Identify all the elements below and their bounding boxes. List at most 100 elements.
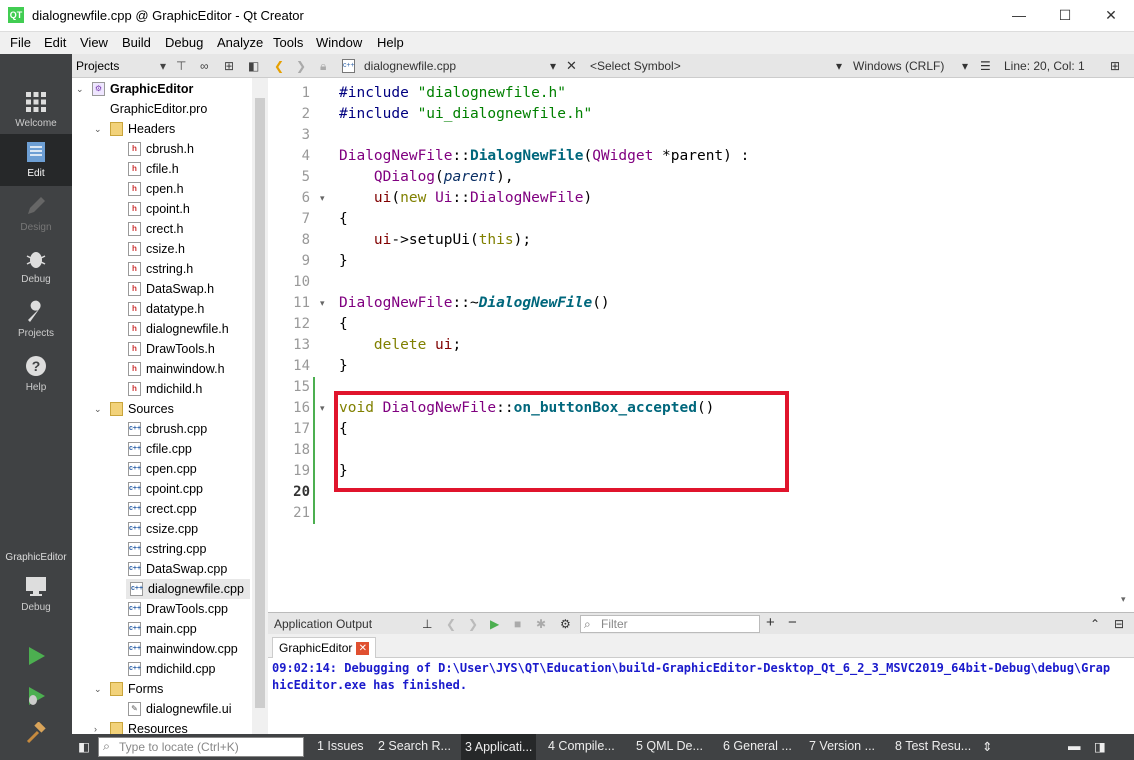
expand-arrow-icon[interactable]: ⌄ [94,399,104,419]
maximize-pane-icon[interactable]: ⌃ [1090,617,1100,631]
mode-welcome[interactable]: Welcome [0,84,72,136]
fold-marker-icon[interactable]: ▾ [320,398,325,419]
tree-item[interactable]: c++ DrawTools.cpp [92,599,267,619]
code-line[interactable]: { [339,314,348,335]
document-outline-icon[interactable]: ☰ [980,59,991,73]
minimize-button[interactable]: — [996,0,1042,30]
tree-item[interactable]: h cpen.h [92,179,267,199]
kit-selector[interactable]: Debug [0,568,72,618]
tree-item[interactable]: h dialognewfile.h [92,319,267,339]
back-arrow-icon[interactable]: ❮ [274,59,284,73]
code-line[interactable]: delete ui; [339,335,461,356]
next-icon[interactable]: ❯ [468,617,478,631]
tree-item[interactable]: h crect.h [92,219,267,239]
tree-item[interactable]: h mainwindow.h [92,359,267,379]
pane-test-results[interactable]: 8 Test Resu... [895,739,971,753]
tree-item[interactable]: h cstring.h [92,259,267,279]
progress-toggle-icon[interactable]: ▬ [1068,739,1081,753]
mode-projects[interactable]: Projects [0,294,72,346]
pane-version-control[interactable]: 7 Version ... [809,739,875,753]
tree-item[interactable]: ⌄ Forms [92,679,267,699]
close-pane-icon[interactable]: ◧ [248,59,259,73]
tree-item[interactable]: ⌄ Headers [92,119,267,139]
pane-search-results[interactable]: 2 Search R... [378,739,451,753]
tree-item[interactable]: ⌄ Sources [92,399,267,419]
tree-item[interactable]: ⌄ ⚙ GraphicEditor [76,79,267,99]
mode-edit[interactable]: Edit [0,134,72,186]
tree-item[interactable]: c++ main.cpp [92,619,267,639]
encoding-dropdown-icon[interactable]: ▾ [962,59,968,73]
mode-help[interactable]: ? Help [0,348,72,400]
tree-item[interactable]: ✎ dialognewfile.ui [92,699,267,719]
tree-item[interactable]: c++ csize.cpp [92,519,267,539]
menu-window[interactable]: Window [316,35,362,50]
fold-marker-icon[interactable]: ▾ [320,188,325,209]
menu-debug[interactable]: Debug [165,35,203,50]
code-line[interactable]: DialogNewFile::~DialogNewFile() [339,293,610,314]
attach-icon[interactable]: ⊥ [422,617,432,631]
dropdown-icon[interactable]: ▾ [160,59,166,73]
symbol-selector[interactable]: <Select Symbol> [590,59,681,73]
close-tab-icon[interactable]: ✕ [356,642,370,656]
menu-view[interactable]: View [80,35,108,50]
tree-item[interactable]: h cbrush.h [92,139,267,159]
prev-icon[interactable]: ❮ [446,617,456,631]
zoom-in-icon[interactable]: + [766,614,775,631]
scroll-down-icon[interactable]: ▾ [1121,594,1126,605]
menu-help[interactable]: Help [377,35,404,50]
tree-item[interactable]: c++ cpoint.cpp [92,479,267,499]
editor-scrollbar[interactable]: ▾ [1118,78,1134,612]
split-editor-icon[interactable]: ⊞ [1110,59,1120,73]
code-line[interactable]: ui->setupUi(this); [339,230,531,251]
code-line[interactable]: #include "dialognewfile.h" [339,83,566,104]
current-file-name[interactable]: dialognewfile.cpp [364,59,456,73]
symbol-dropdown-icon[interactable]: ▾ [836,59,842,73]
split-icon[interactable]: ⊞ [224,59,234,73]
tree-item[interactable]: c++ cpen.cpp [92,459,267,479]
tree-item[interactable]: c++ crect.cpp [92,499,267,519]
locator-input[interactable]: Type to locate (Ctrl+K) [98,737,304,757]
stop-icon[interactable]: ■ [514,617,521,631]
rerun-icon[interactable]: ▶ [490,617,499,631]
tree-item[interactable]: › Resources [92,719,267,734]
expand-arrow-icon[interactable]: › [94,719,104,734]
close-file-icon[interactable]: ✕ [566,58,577,74]
code-line[interactable]: DialogNewFile::DialogNewFile(QWidget *pa… [339,146,749,167]
expand-arrow-icon[interactable]: ⌄ [94,119,104,139]
close-pane-icon-output[interactable]: ⊟ [1114,617,1124,631]
expand-arrow-icon[interactable]: ⌄ [94,679,104,699]
tree-item[interactable]: c++ dialognewfile.cpp [126,579,250,599]
debug-run-button[interactable] [0,678,72,714]
tree-item[interactable]: c++ cfile.cpp [92,439,267,459]
run-button[interactable] [0,638,72,674]
menu-analyze[interactable]: Analyze [217,35,263,50]
filter-icon[interactable]: ⊤ [176,59,186,73]
mode-debug[interactable]: Debug [0,240,72,292]
expand-arrow-icon[interactable]: ⌄ [76,79,86,99]
cursor-position[interactable]: Line: 20, Col: 1 [1004,59,1085,73]
tree-item[interactable]: c++ DataSwap.cpp [92,559,267,579]
pane-application-output[interactable]: 3 Applicati... [461,734,537,760]
file-dropdown-icon[interactable]: ▾ [550,59,556,73]
tree-item[interactable]: h mdichild.h [92,379,267,399]
tree-item[interactable]: h DataSwap.h [92,279,267,299]
pane-issues[interactable]: 1 Issues [317,739,364,753]
code-editor[interactable]: 1 2 3 4 5 6 7 8 9 10 11 12 13 14 15 16 17 18 19 20 21 #inclu… [268,78,1134,612]
tree-item[interactable]: h datatype.h [92,299,267,319]
projects-panel-title[interactable]: Projects [76,59,119,73]
menu-build[interactable]: Build [122,35,151,50]
menu-tools[interactable]: Tools [273,35,303,50]
pane-compile-output[interactable]: 4 Compile... [548,739,615,753]
settings-gear-icon[interactable]: ⚙ [560,617,571,631]
more-panes-icon[interactable]: ⇕ [982,739,992,754]
pane-general-messages[interactable]: 6 General ... [723,739,792,753]
code-line[interactable]: } [339,251,348,272]
pane-qml-debugger[interactable]: 5 QML De... [636,739,703,753]
zoom-out-icon[interactable]: − [788,614,797,631]
tree-scrollbar[interactable] [252,78,268,734]
encoding-selector[interactable]: Windows (CRLF) [853,59,944,73]
output-tab-graphiceditor[interactable]: GraphicEditor ✕ [272,637,377,658]
tree-item[interactable]: c++ mdichild.cpp [92,659,267,679]
tree-item[interactable]: c++ mainwindow.cpp [92,639,267,659]
code-line[interactable]: { [339,209,348,230]
